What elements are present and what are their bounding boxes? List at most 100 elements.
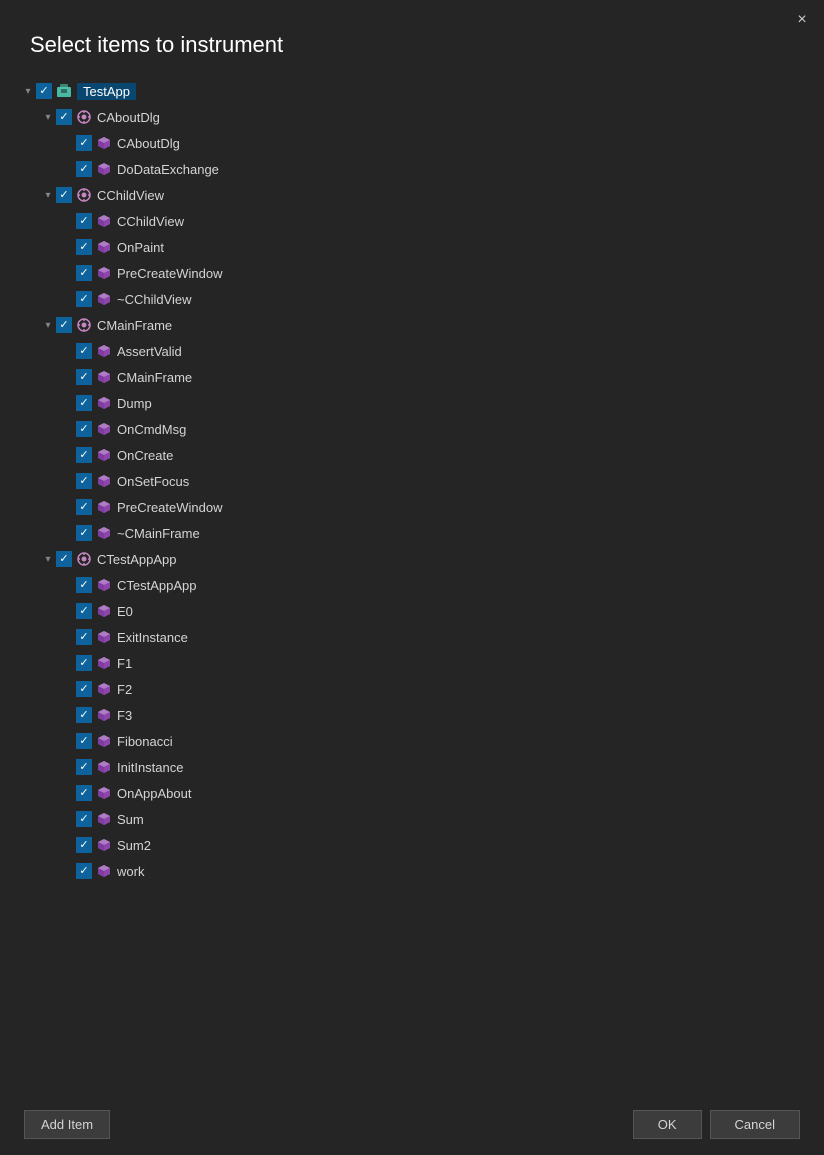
checkbox-method[interactable] <box>76 525 92 541</box>
checkbox-method[interactable] <box>76 265 92 281</box>
tree-method-item[interactable]: ▾ F2 <box>20 676 824 702</box>
checkbox-method[interactable] <box>76 707 92 723</box>
checkbox-method[interactable] <box>76 135 92 151</box>
checkbox-method[interactable] <box>76 811 92 827</box>
checkbox-method[interactable] <box>76 733 92 749</box>
expand-arrow-class: ▾ <box>40 109 56 125</box>
close-button[interactable]: × <box>790 8 814 32</box>
tree-method-item[interactable]: ▾ E0 <box>20 598 824 624</box>
method-label: ~CMainFrame <box>117 526 200 541</box>
checkbox-method[interactable] <box>76 577 92 593</box>
tree-method-item[interactable]: ▾ OnAppAbout <box>20 780 824 806</box>
method-label: ExitInstance <box>117 630 188 645</box>
checkbox-method[interactable] <box>76 291 92 307</box>
checkbox-method[interactable] <box>76 863 92 879</box>
tree-method-item[interactable]: ▾ CTestAppApp <box>20 572 824 598</box>
tree-method-item[interactable]: ▾ Sum2 <box>20 832 824 858</box>
tree-method-item[interactable]: ▾ AssertValid <box>20 338 824 364</box>
tree-method-item[interactable]: ▾ OnPaint <box>20 234 824 260</box>
class-label: CMainFrame <box>97 318 172 333</box>
action-buttons: OK Cancel <box>633 1110 800 1139</box>
method-icon <box>96 837 112 853</box>
tree-method-item[interactable]: ▾ OnCmdMsg <box>20 416 824 442</box>
add-item-button[interactable]: Add Item <box>24 1110 110 1139</box>
checkbox-method[interactable] <box>76 655 92 671</box>
checkbox-method[interactable] <box>76 473 92 489</box>
checkbox-class[interactable] <box>56 551 72 567</box>
tree-class-item[interactable]: ▾ CChildView <box>20 182 824 208</box>
checkbox-method[interactable] <box>76 837 92 853</box>
checkbox-class[interactable] <box>56 109 72 125</box>
tree-method-item[interactable]: ▾ F1 <box>20 650 824 676</box>
tree-root[interactable]: ▾ TestApp <box>20 78 824 104</box>
tree-method-item[interactable]: ▾ ~CMainFrame <box>20 520 824 546</box>
tree-class-item[interactable]: ▾ CTestAppApp <box>20 546 824 572</box>
tree-method-item[interactable]: ▾ CMainFrame <box>20 364 824 390</box>
checkbox-method[interactable] <box>76 447 92 463</box>
checkbox-method[interactable] <box>76 395 92 411</box>
checkbox-method[interactable] <box>76 343 92 359</box>
tree-method-item[interactable]: ▾ ExitInstance <box>20 624 824 650</box>
method-label: Dump <box>117 396 152 411</box>
expand-arrow-class: ▾ <box>40 317 56 333</box>
checkbox-method[interactable] <box>76 499 92 515</box>
checkbox-method[interactable] <box>76 681 92 697</box>
method-label: F3 <box>117 708 132 723</box>
tree-method-item[interactable]: ▾ F3 <box>20 702 824 728</box>
method-label: Fibonacci <box>117 734 173 749</box>
tree-method-item[interactable]: ▾ PreCreateWindow <box>20 260 824 286</box>
checkbox-method[interactable] <box>76 161 92 177</box>
class-icon <box>76 551 92 567</box>
checkbox-method[interactable] <box>76 603 92 619</box>
tree-method-item[interactable]: ▾ DoDataExchange <box>20 156 824 182</box>
method-label: OnSetFocus <box>117 474 189 489</box>
tree-method-item[interactable]: ▾ Fibonacci <box>20 728 824 754</box>
tree-method-item[interactable]: ▾ CAboutDlg <box>20 130 824 156</box>
tree-method-item[interactable]: ▾ CChildView <box>20 208 824 234</box>
method-icon <box>96 603 112 619</box>
tree-container[interactable]: ▾ TestApp ▾ CAboutDlg ▾ <box>0 74 824 1094</box>
method-label: ~CChildView <box>117 292 192 307</box>
method-icon <box>96 473 112 489</box>
tree-method-item[interactable]: ▾ work <box>20 858 824 884</box>
tree-method-item[interactable]: ▾ OnCreate <box>20 442 824 468</box>
method-icon <box>96 421 112 437</box>
tree-method-item[interactable]: ▾ Sum <box>20 806 824 832</box>
method-label: OnCmdMsg <box>117 422 186 437</box>
method-icon <box>96 759 112 775</box>
method-label: Sum <box>117 812 144 827</box>
checkbox-method[interactable] <box>76 369 92 385</box>
checkbox-method[interactable] <box>76 239 92 255</box>
method-label: DoDataExchange <box>117 162 219 177</box>
checkbox-class[interactable] <box>56 317 72 333</box>
class-label: CAboutDlg <box>97 110 160 125</box>
checkbox-root[interactable] <box>36 83 52 99</box>
cancel-button[interactable]: Cancel <box>710 1110 800 1139</box>
tree-method-item[interactable]: ▾ Dump <box>20 390 824 416</box>
checkbox-method[interactable] <box>76 421 92 437</box>
method-label: Sum2 <box>117 838 151 853</box>
method-label: F2 <box>117 682 132 697</box>
bottom-bar: Add Item OK Cancel <box>0 1094 824 1155</box>
method-label: CAboutDlg <box>117 136 180 151</box>
tree-method-item[interactable]: ▾ ~CChildView <box>20 286 824 312</box>
dialog-title: Select items to instrument <box>0 32 824 74</box>
checkbox-class[interactable] <box>56 187 72 203</box>
method-label: AssertValid <box>117 344 182 359</box>
ok-button[interactable]: OK <box>633 1110 702 1139</box>
checkbox-method[interactable] <box>76 759 92 775</box>
method-icon <box>96 525 112 541</box>
method-icon <box>96 291 112 307</box>
tree-method-item[interactable]: ▾ InitInstance <box>20 754 824 780</box>
tree-class-item[interactable]: ▾ CMainFrame <box>20 312 824 338</box>
method-icon <box>96 447 112 463</box>
method-label: OnCreate <box>117 448 173 463</box>
tree-class-item[interactable]: ▾ CAboutDlg <box>20 104 824 130</box>
tree-method-item[interactable]: ▾ PreCreateWindow <box>20 494 824 520</box>
method-label: work <box>117 864 144 879</box>
checkbox-method[interactable] <box>76 785 92 801</box>
method-label: CMainFrame <box>117 370 192 385</box>
checkbox-method[interactable] <box>76 629 92 645</box>
checkbox-method[interactable] <box>76 213 92 229</box>
tree-method-item[interactable]: ▾ OnSetFocus <box>20 468 824 494</box>
